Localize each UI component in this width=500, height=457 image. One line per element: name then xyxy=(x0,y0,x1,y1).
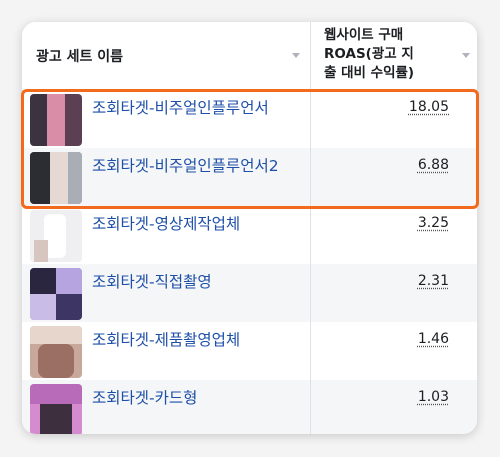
ad-thumbnail xyxy=(30,210,82,262)
ad-set-name-link[interactable]: 조회타겟-직접촬영 xyxy=(92,270,212,292)
table-row: 조회타겟-영상제작업체 3.25 xyxy=(22,206,477,264)
ad-set-name-link[interactable]: 조회타겟-영상제작업체 xyxy=(92,212,240,234)
ad-thumbnail xyxy=(30,384,82,434)
highlight-box xyxy=(21,89,479,209)
ad-set-name-link[interactable]: 조회타겟-제품촬영업체 xyxy=(92,328,240,350)
table-row: 조회타겟-카드형 1.03 xyxy=(22,380,477,434)
roas-value: 1.03 xyxy=(417,389,449,405)
roas-header[interactable]: 웹사이트 구매 ROAS(광고 지 출 대비 수익률) xyxy=(324,26,456,83)
ad-set-table: 광고 세트 이름 웹사이트 구매 ROAS(광고 지 출 대비 수익률) 조회타… xyxy=(22,22,477,434)
ad-thumbnail xyxy=(30,326,82,378)
ad-thumbnail xyxy=(30,268,82,320)
table-row: 조회타겟-직접촬영 2.31 xyxy=(22,264,477,322)
ad-set-name-link[interactable]: 조회타겟-카드형 xyxy=(92,386,197,408)
roas-value: 2.31 xyxy=(417,273,449,289)
table-row: 조회타겟-제품촬영업체 1.46 xyxy=(22,322,477,380)
table-header: 광고 세트 이름 웹사이트 구매 ROAS(광고 지 출 대비 수익률) xyxy=(22,22,477,91)
ad-set-name-header[interactable]: 광고 세트 이름 xyxy=(36,46,123,66)
column-divider xyxy=(310,22,311,434)
sort-roas-icon[interactable] xyxy=(462,53,470,58)
roas-value: 3.25 xyxy=(417,215,449,231)
sort-name-icon[interactable] xyxy=(292,53,300,58)
roas-value: 1.46 xyxy=(417,331,449,347)
